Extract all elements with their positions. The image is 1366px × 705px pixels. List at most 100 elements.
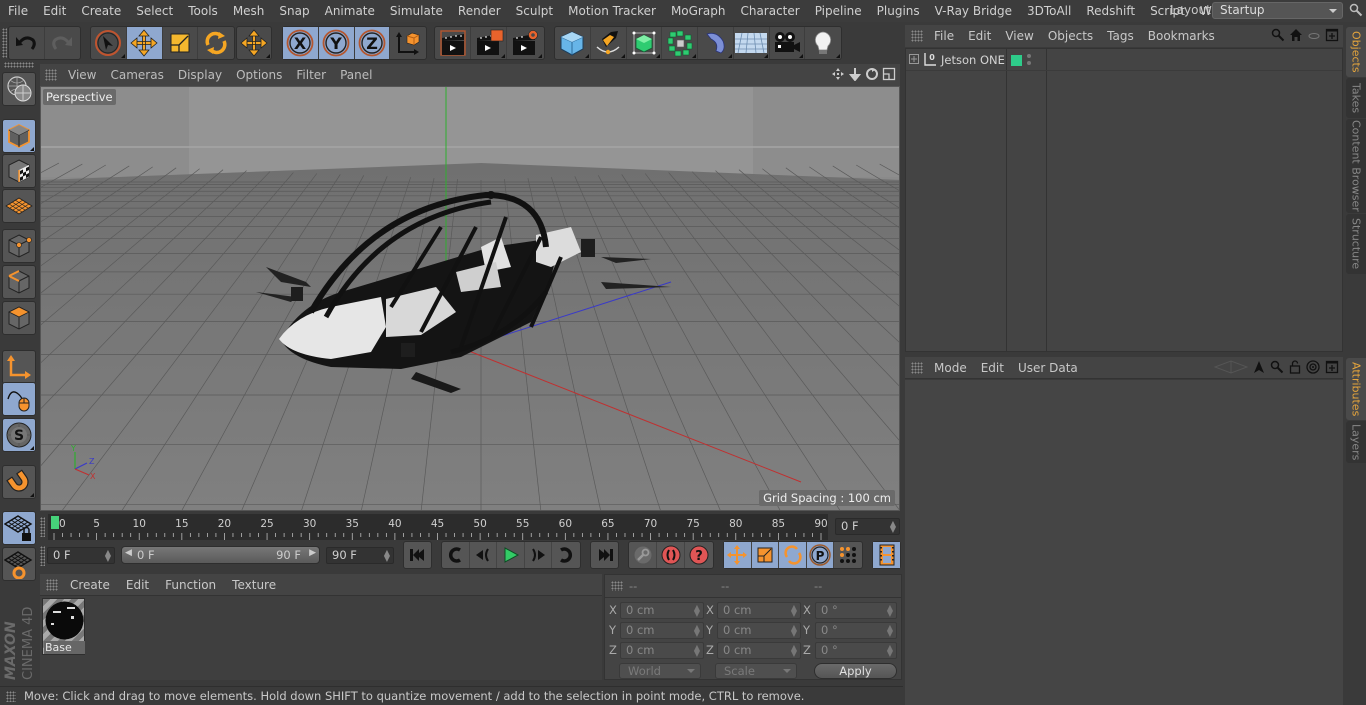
key-position-button[interactable] [724, 542, 752, 568]
points-mode-button[interactable] [2, 229, 36, 263]
attribute-menu-user-data[interactable]: User Data [1011, 361, 1085, 375]
solo-mode-button[interactable]: S [2, 418, 36, 452]
rot-z-field[interactable]: 0 ° ▲ ▼ [815, 642, 897, 659]
object-manager-grip[interactable] [911, 30, 923, 42]
pan-view-icon[interactable] [831, 67, 845, 81]
material-menu-create[interactable]: Create [62, 578, 118, 592]
toolbar-grip[interactable] [2, 28, 7, 58]
object-menu-objects[interactable]: Objects [1041, 29, 1100, 43]
object-row-jetson-one[interactable]: 0 Jetson ONE [906, 49, 1342, 71]
viewport-menu-view[interactable]: View [61, 68, 103, 82]
rotate-view-icon[interactable] [865, 67, 879, 81]
z-axis-lock-button[interactable]: Z [354, 27, 391, 59]
pen-spline-button[interactable] [591, 27, 627, 59]
cloner-button[interactable] [662, 27, 698, 59]
coordinate-system-button[interactable] [390, 27, 426, 59]
rot-y-field[interactable]: 0 ° ▲ ▼ [815, 622, 897, 639]
rot-x-field[interactable]: 0 ° ▲ ▼ [815, 602, 897, 619]
key-rotation-button[interactable] [779, 542, 807, 568]
menu-pipeline[interactable]: Pipeline [807, 0, 869, 22]
next-frame-button[interactable] [525, 542, 553, 568]
menu-animate[interactable]: Animate [317, 0, 382, 22]
light-button[interactable] [805, 27, 841, 59]
edit-render-settings-button[interactable] [507, 27, 543, 59]
editor-visibility-dot[interactable] [1027, 54, 1031, 58]
expand-icon[interactable] [909, 54, 919, 64]
menu-mesh[interactable]: Mesh [225, 0, 272, 22]
playbar-grip[interactable] [40, 546, 45, 566]
play-button[interactable] [497, 542, 525, 568]
deformer-button[interactable] [698, 27, 734, 59]
camera-button[interactable] [770, 27, 806, 59]
start-frame-field[interactable]: 0 F ▲ ▼ [47, 547, 115, 564]
object-name[interactable]: Jetson ONE [941, 53, 1005, 67]
menu-snap[interactable]: Snap [271, 0, 316, 22]
timeline-grip[interactable] [40, 517, 45, 537]
search-icon[interactable] [1270, 360, 1284, 374]
rotate-tool-button[interactable] [198, 27, 234, 59]
workplane-mode-button[interactable] [2, 189, 36, 223]
planar-workplane-button[interactable] [2, 547, 36, 581]
zoom-view-icon[interactable] [848, 67, 862, 81]
render-to-picture-viewer-button[interactable] [471, 27, 507, 59]
viewport-menu-options[interactable]: Options [229, 68, 289, 82]
link-icon[interactable] [1307, 28, 1321, 42]
attribute-menu-edit[interactable]: Edit [974, 361, 1011, 375]
menu-plugins[interactable]: Plugins [869, 0, 927, 22]
render-visibility-dot[interactable] [1027, 61, 1031, 65]
pos-x-field[interactable]: 0 cm ▲ ▼ [620, 602, 704, 619]
menu-mograph[interactable]: MoGraph [663, 0, 733, 22]
layer-color-swatch[interactable] [1011, 55, 1022, 66]
apply-button[interactable]: Apply [814, 663, 897, 679]
material-menu-edit[interactable]: Edit [118, 578, 157, 592]
cube-button[interactable] [555, 27, 591, 59]
new-panel-icon[interactable] [1325, 360, 1339, 374]
object-menu-bookmarks[interactable]: Bookmarks [1141, 29, 1222, 43]
playhead[interactable] [51, 516, 59, 529]
model-mode-button[interactable] [2, 119, 36, 153]
viewport-menu-filter[interactable]: Filter [289, 68, 333, 82]
key-parameter-button[interactable]: P [806, 542, 835, 568]
goto-end-button[interactable] [591, 542, 618, 568]
locked-workplane-button[interactable] [2, 511, 36, 545]
coordinate-type-select[interactable]: Scale [715, 663, 797, 679]
previous-frame-button[interactable] [470, 542, 498, 568]
floor-button[interactable] [734, 27, 770, 59]
timeline-ruler[interactable]: 0 5 10 15 20 25 30 35 40 45 50 55 60 65 70 75 80 85 90 [48, 514, 828, 540]
viewport-menu-cameras[interactable]: Cameras [103, 68, 170, 82]
keyframe-selection-button[interactable]: ? [685, 542, 713, 568]
timeline[interactable]: 0 5 10 15 20 25 30 35 40 45 50 55 60 65 70 75 80 85 90 0 F… [40, 513, 900, 541]
attribute-manager-grip[interactable] [911, 361, 923, 374]
tab-takes[interactable]: Takes [1346, 78, 1366, 118]
menu-select[interactable]: Select [128, 0, 180, 22]
up-arrow-icon[interactable] [1253, 360, 1265, 374]
goto-start-button[interactable] [404, 542, 431, 568]
edges-mode-button[interactable] [2, 265, 36, 299]
snapping-button[interactable] [2, 465, 36, 499]
make-editable-button[interactable] [2, 72, 36, 106]
viewport-menu-display[interactable]: Display [171, 68, 229, 82]
mode-toolbar-grip[interactable] [4, 62, 34, 68]
record-active-objects-button[interactable] [629, 542, 657, 568]
perspective-viewport[interactable]: Y Z X Perspective Grid Spacing : 100 cm [40, 86, 900, 511]
frame-range-slider[interactable]: ◀ 0 F 90 F ▶ [121, 546, 320, 564]
viewport-grip[interactable] [45, 69, 57, 81]
range-end-handle[interactable]: ▶ [309, 548, 316, 558]
previous-key-button[interactable] [442, 542, 470, 568]
end-frame-field[interactable]: 90 F ▲ ▼ [326, 547, 394, 564]
search-icon[interactable] [1271, 28, 1285, 42]
render-view-button[interactable] [435, 27, 471, 59]
tab-structure[interactable]: Structure [1346, 214, 1366, 274]
subdivision-surface-button[interactable] [627, 27, 663, 59]
menu-tools[interactable]: Tools [180, 0, 225, 22]
tab-objects[interactable]: Objects [1346, 27, 1366, 77]
live-selection-button[interactable] [91, 27, 127, 59]
menu-vray-bridge[interactable]: V-Ray Bridge [927, 0, 1019, 22]
key-scale-button[interactable] [751, 542, 780, 568]
new-panel-icon[interactable] [1325, 28, 1339, 42]
menu-edit[interactable]: Edit [35, 0, 73, 22]
menu-create[interactable]: Create [73, 0, 128, 22]
viewport-menu-panel[interactable]: Panel [333, 68, 379, 82]
tab-content-browser[interactable]: Content Browser [1346, 119, 1366, 213]
menu-simulate[interactable]: Simulate [382, 0, 450, 22]
